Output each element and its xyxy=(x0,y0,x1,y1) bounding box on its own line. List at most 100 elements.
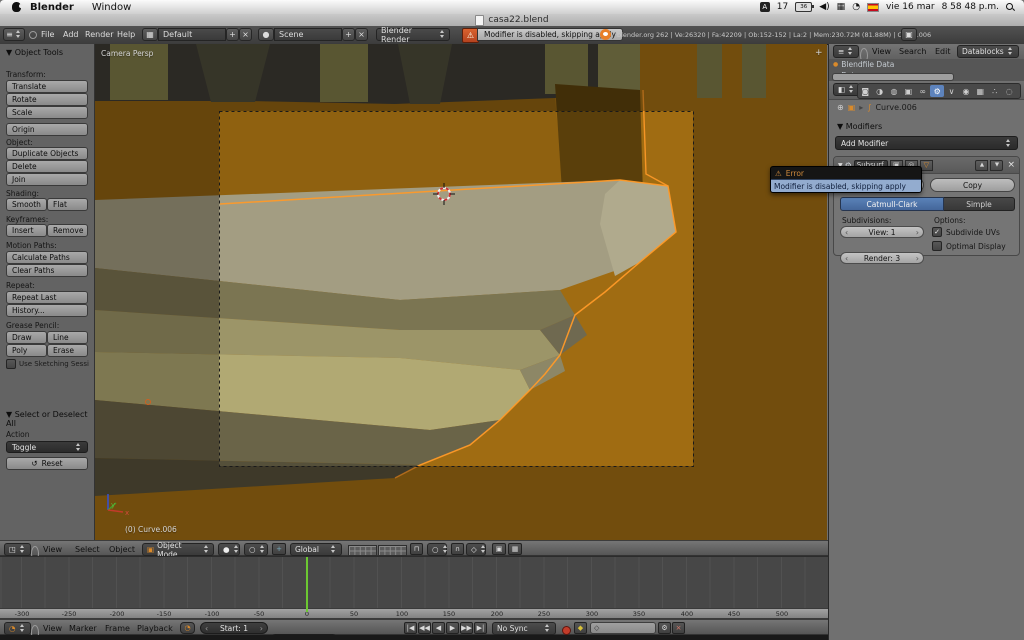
pivot-select[interactable]: ○ xyxy=(244,543,268,556)
add-layout-button[interactable]: + xyxy=(226,28,239,41)
calculate-paths-button[interactable]: Calculate Paths xyxy=(6,251,88,264)
modifiers-panel-header[interactable]: ▼ Modifiers xyxy=(837,122,882,131)
scene-field[interactable]: Scene xyxy=(274,28,342,41)
origin-button[interactable]: Origin xyxy=(6,123,88,136)
viewport-object-menu[interactable]: Object xyxy=(106,543,138,556)
select-deselect-panel-header[interactable]: ▼ Select or Deselect All xyxy=(6,410,94,428)
sync-select[interactable]: No Sync xyxy=(492,621,556,635)
optimal-display-checkbox[interactable] xyxy=(932,241,942,251)
simple-button[interactable]: Simple xyxy=(944,197,1015,211)
duplicate-objects-button[interactable]: Duplicate Objects xyxy=(6,147,88,160)
timeline-playback-menu[interactable]: Playback xyxy=(134,622,176,635)
time-machine-icon[interactable]: ◔ xyxy=(852,2,860,12)
modifier-close-icon[interactable]: × xyxy=(1007,160,1015,170)
mode-select[interactable]: ▣ Object Mode xyxy=(142,541,214,559)
auto-key-button[interactable]: ◆ xyxy=(574,621,587,634)
outliner-edit-menu[interactable]: Edit xyxy=(932,45,954,58)
menubar-time[interactable]: 8 58 48 p.m. xyxy=(942,2,999,12)
delete-layout-button[interactable]: × xyxy=(239,28,252,41)
tab-texture[interactable]: ▦ xyxy=(973,85,987,97)
viewport-editor-type-button[interactable]: ◳ xyxy=(4,543,32,556)
add-menu[interactable]: Add xyxy=(60,28,82,41)
proportional-edit-select[interactable]: ○ xyxy=(427,543,447,556)
tab-constraints[interactable]: ∞ xyxy=(916,85,930,97)
translate-button[interactable]: Translate xyxy=(6,80,88,93)
window-menu[interactable]: Window xyxy=(83,2,140,13)
modifier-move-down-button[interactable]: ▼ xyxy=(990,159,1004,171)
scene-icon[interactable]: ● xyxy=(258,28,274,41)
screen-layout-field[interactable]: Default xyxy=(158,28,226,41)
input-source-icon[interactable]: A xyxy=(759,2,770,12)
tab-render[interactable]: ◙ xyxy=(858,85,872,97)
history-button[interactable]: History... xyxy=(6,304,88,317)
outliner-editor-type-button[interactable]: ≡ xyxy=(833,45,860,58)
insert-keyframe-button[interactable]: Insert xyxy=(6,224,47,237)
tab-object[interactable]: ▣ xyxy=(901,85,915,97)
help-menu[interactable]: Help xyxy=(114,28,138,41)
region-toggle-plus-icon[interactable]: + xyxy=(815,48,823,58)
sketching-session-row[interactable]: Use Sketching Sessi xyxy=(6,359,90,369)
render-subdivisions-stepper[interactable]: ‹ Render: 3 › xyxy=(840,252,924,264)
tab-physics[interactable]: ◌ xyxy=(1002,85,1016,97)
prev-keyframe-button[interactable]: ◀◀ xyxy=(418,621,431,634)
add-scene-button[interactable]: + xyxy=(342,28,355,41)
catmull-clark-button[interactable]: Catmull-Clark xyxy=(840,197,944,211)
file-menu[interactable]: File xyxy=(38,28,57,41)
outliner-search-menu[interactable]: Search xyxy=(896,45,929,58)
spotlight-icon[interactable] xyxy=(1006,3,1014,11)
outliner-tree[interactable]: ● Blendfile Data ○ Data xyxy=(829,59,1024,81)
smooth-button[interactable]: Smooth xyxy=(6,198,47,211)
action-select[interactable]: Toggle xyxy=(6,441,88,453)
repeat-last-button[interactable]: Repeat Last xyxy=(6,291,88,304)
language-flag-icon[interactable] xyxy=(867,2,880,12)
delete-scene-button[interactable]: × xyxy=(355,28,368,41)
tab-modifiers[interactable]: ⚙ xyxy=(929,85,945,97)
layers-grid-right[interactable] xyxy=(378,544,407,556)
viewport-select-menu[interactable]: Select xyxy=(72,543,103,556)
menubar-date[interactable]: vie 16 mar xyxy=(886,2,935,12)
scale-button[interactable]: Scale xyxy=(6,106,88,119)
subdivide-uvs-checkbox[interactable]: ✓ xyxy=(932,227,942,237)
play-button[interactable]: ▶ xyxy=(446,621,459,634)
volume-icon[interactable]: ◀) xyxy=(819,2,829,12)
shading-select[interactable]: ● xyxy=(218,543,240,556)
tab-scene[interactable]: ◑ xyxy=(872,85,886,97)
outliner-horizontal-scrollbar[interactable] xyxy=(832,73,954,81)
grease-line-button[interactable]: Line xyxy=(47,331,88,344)
copy-button[interactable]: Copy xyxy=(930,178,1015,192)
timeline-marker-menu[interactable]: Marker xyxy=(66,622,100,635)
keying-set-field[interactable]: ◇ xyxy=(590,622,656,634)
timeline-ruler[interactable]: -300 -250 -200 -150 -100 -50 0 50 100 15… xyxy=(0,608,828,619)
apple-menu-icon[interactable] xyxy=(12,2,23,12)
clock-icon-button[interactable]: ◔ xyxy=(180,621,195,634)
render-opengl-anim-button[interactable]: ▦ xyxy=(508,543,522,555)
render-engine-select[interactable]: Blender Render xyxy=(376,26,450,44)
view-subdivisions-stepper[interactable]: ‹ View: 1 › xyxy=(840,226,924,238)
timeline-playhead[interactable] xyxy=(306,557,308,612)
timeline-editor-type-button[interactable]: ◔ xyxy=(4,621,31,635)
subdivide-uvs-row[interactable]: ✓ Subdivide UVs xyxy=(932,227,1000,237)
window-icon[interactable]: ▣ xyxy=(901,28,917,41)
orientation-select[interactable]: Global xyxy=(290,543,342,556)
spaces-grid-icon[interactable]: ▦ xyxy=(837,2,846,12)
delete-keyframe-icon-button[interactable]: × xyxy=(672,621,685,634)
next-keyframe-button[interactable]: ▶▶ xyxy=(460,621,473,634)
outliner-row[interactable]: ● Blendfile Data xyxy=(829,59,1024,70)
viewport-3d[interactable]: y x Camera Persp (0) Curve.006 + xyxy=(95,44,827,540)
outliner-view-menu[interactable]: View xyxy=(869,45,894,58)
flat-button[interactable]: Flat xyxy=(47,198,88,211)
tab-particles[interactable]: ∴ xyxy=(988,85,1002,97)
viewport-view-menu[interactable]: View xyxy=(40,543,65,556)
header-collapse-dot[interactable] xyxy=(29,31,37,39)
sketching-checkbox[interactable] xyxy=(6,359,16,369)
add-modifier-select[interactable]: Add Modifier xyxy=(835,136,1018,150)
timeline-view-menu[interactable]: View xyxy=(40,622,65,635)
lock-icon[interactable]: ⊓ xyxy=(410,543,423,555)
optimal-display-row[interactable]: Optimal Display xyxy=(932,241,1006,251)
screen-layout-icon[interactable]: ▦ xyxy=(142,28,158,41)
rotate-button[interactable]: Rotate xyxy=(6,93,88,106)
insert-keyframe-icon-button[interactable]: ⚙ xyxy=(658,621,671,634)
jump-start-button[interactable]: |◀ xyxy=(404,621,417,634)
remove-keyframe-button[interactable]: Remove xyxy=(47,224,88,237)
snap-element-select[interactable]: ◇ xyxy=(466,543,486,556)
